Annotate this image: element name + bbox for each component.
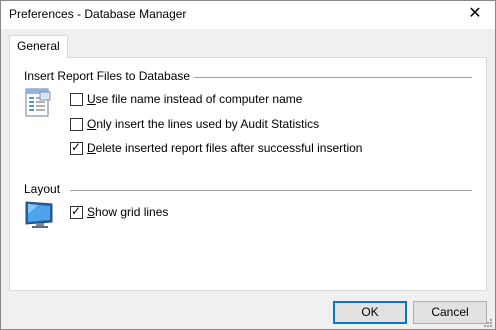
show-grid-lines-checkbox[interactable]: ✓ <box>70 203 83 219</box>
option-use-file-name[interactable]: Use file name instead of computer name <box>70 91 302 107</box>
document-table-icon <box>24 88 54 121</box>
option-label: se file name instead of computer name <box>95 92 303 106</box>
option-delete-inserted-files[interactable]: ✓ Delete inserted report files after suc… <box>70 140 362 156</box>
window-title: Preferences - Database Manager <box>9 7 187 21</box>
layout-group-title: Layout <box>24 182 67 196</box>
resize-grip-icon[interactable] <box>482 316 492 327</box>
general-panel: Insert Report Files to Database Use file… <box>9 57 487 291</box>
option-mnemonic: U <box>87 92 96 106</box>
checkmark-icon: ✓ <box>71 139 82 154</box>
title-bar: Preferences - Database Manager ✕ <box>1 1 495 29</box>
checkmark-icon: ✓ <box>71 203 82 218</box>
ok-button[interactable]: OK <box>333 301 407 324</box>
monitor-icon <box>24 200 56 233</box>
preferences-dialog: Preferences - Database Manager ✕ General… <box>0 0 496 330</box>
delete-inserted-files-checkbox[interactable]: ✓ <box>70 139 83 155</box>
option-label: elete inserted report files after succes… <box>95 141 363 155</box>
use-file-name-checkbox[interactable] <box>70 92 83 106</box>
insert-group-divider <box>194 77 472 78</box>
option-label: how grid lines <box>95 205 169 219</box>
only-insert-lines-checkbox[interactable] <box>70 117 83 131</box>
tab-general[interactable]: General <box>9 35 68 58</box>
layout-group-divider <box>70 190 472 191</box>
option-mnemonic: O <box>87 117 97 131</box>
option-only-insert-lines[interactable]: Only insert the lines used by Audit Stat… <box>70 116 319 132</box>
option-show-grid-lines[interactable]: ✓ Show grid lines <box>70 204 168 220</box>
option-label: nly insert the lines used by Audit Stati… <box>96 117 320 131</box>
insert-group-title: Insert Report Files to Database <box>24 69 197 83</box>
option-mnemonic: S <box>87 205 96 219</box>
option-mnemonic: D <box>87 141 96 155</box>
close-icon[interactable]: ✕ <box>465 4 485 24</box>
cancel-button[interactable]: Cancel <box>413 301 487 324</box>
